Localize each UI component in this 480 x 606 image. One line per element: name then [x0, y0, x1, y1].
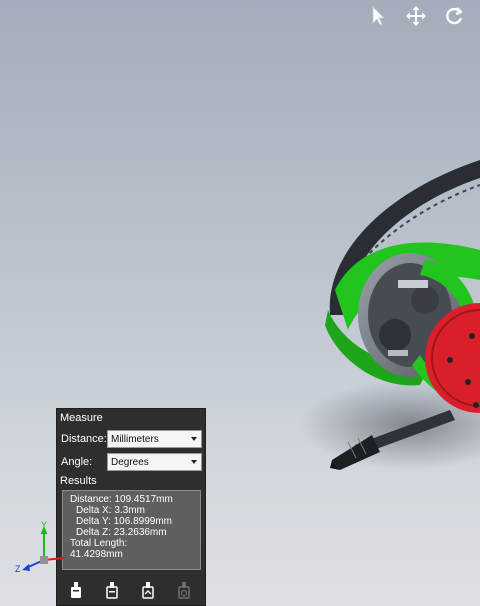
- result-delta-z: Delta Z: 23.2636mm: [76, 527, 167, 538]
- 3d-viewport[interactable]: Measure Distance: Millimeters Angle: Deg…: [0, 0, 480, 606]
- distance-unit-value: Millimeters: [111, 433, 159, 445]
- chevron-down-icon: [191, 460, 197, 464]
- angle-row: Angle: Degrees: [61, 453, 202, 471]
- angle-label: Angle:: [61, 456, 93, 468]
- select-arrow-icon[interactable]: [366, 4, 390, 28]
- distance-label: Distance:: [61, 433, 107, 445]
- measure-panel: Measure Distance: Millimeters Angle: Deg…: [56, 408, 206, 606]
- result-distance: Distance: 109.4517mm: [70, 494, 173, 505]
- orientation-triad: Y Z: [15, 520, 64, 574]
- triad-z-label: Z: [15, 564, 21, 574]
- distance-unit-select[interactable]: Millimeters: [107, 430, 202, 448]
- measure-title: Measure: [60, 412, 103, 424]
- measure-reset-icon[interactable]: [173, 579, 195, 601]
- results-label: Results: [60, 475, 97, 487]
- result-delta-y: Delta Y: 106.8999mm: [76, 516, 172, 527]
- measure-buttons: [65, 579, 195, 601]
- chevron-down-icon: [191, 437, 197, 441]
- distance-row: Distance: Millimeters: [61, 430, 202, 448]
- angle-unit-select[interactable]: Degrees: [107, 453, 202, 471]
- triad-y-label: Y: [41, 520, 47, 530]
- point-to-point-icon[interactable]: [65, 579, 87, 601]
- max-distance-icon[interactable]: [137, 579, 159, 601]
- result-total-length-value: 41.4298mm: [70, 549, 123, 560]
- rotate-icon[interactable]: [442, 4, 466, 28]
- results-box: Distance: 109.4517mm Delta X: 3.3mm Delt…: [62, 490, 201, 570]
- result-delta-x: Delta X: 3.3mm: [76, 505, 145, 516]
- angle-unit-value: Degrees: [111, 456, 149, 468]
- min-distance-icon[interactable]: [101, 579, 123, 601]
- pan-icon[interactable]: [404, 4, 428, 28]
- result-total-length-label: Total Length:: [70, 538, 128, 549]
- robot-model[interactable]: [300, 140, 480, 520]
- view-toolbar: [366, 4, 466, 28]
